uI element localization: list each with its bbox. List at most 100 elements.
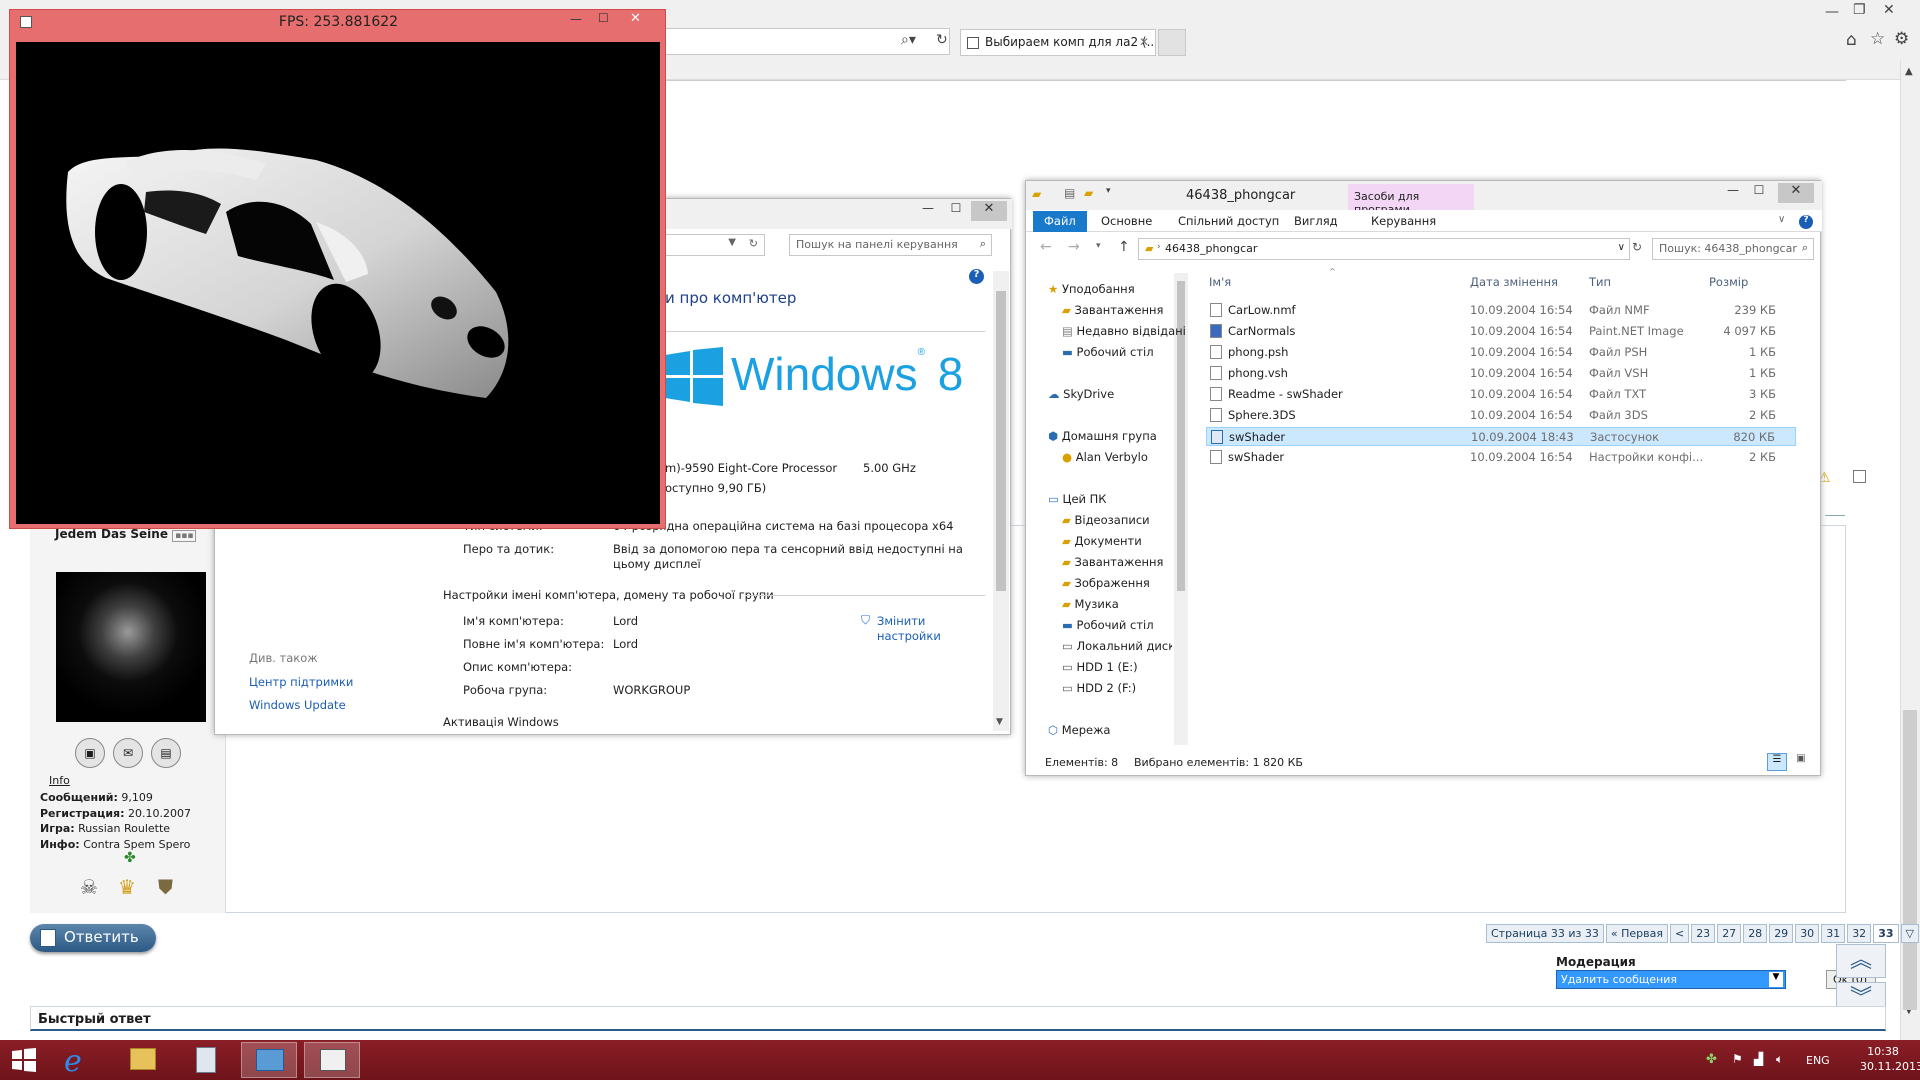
nav-skydrive[interactable]: ☁ SkyDrive [1048, 387, 1114, 401]
file-row[interactable]: CarNormals 10.09.2004 16:54 Paint.NET Imag… [1206, 322, 1796, 341]
nav-network[interactable]: ⬡ Мережа [1048, 723, 1110, 737]
reply-button[interactable]: Ответить [30, 924, 156, 952]
clock[interactable]: 10:38 30.11.2013 [1860, 1044, 1920, 1074]
new-tab-button[interactable] [1158, 29, 1186, 56]
favorites-star-icon[interactable]: ☆ [1870, 29, 1885, 49]
column-type[interactable]: Тип [1589, 275, 1611, 289]
nav-downloads[interactable]: ▰ Завантаження [1062, 303, 1163, 317]
maximize-icon[interactable]: ☐ [1746, 183, 1772, 203]
file-row[interactable]: phong.vsh 10.09.2004 16:54 Файл VSH 1 КБ [1206, 364, 1796, 383]
address-bar[interactable]: ⌕▾ ↻ [660, 28, 950, 55]
search-icon[interactable]: ⌕ [980, 237, 986, 251]
search-icon[interactable]: ⌕▾ [901, 32, 916, 48]
nav-recent[interactable]: ▤ Недавно відвідані [1062, 324, 1186, 338]
scroll-to-top-icon[interactable]: ︽ [1836, 944, 1886, 978]
action-center-flag-icon[interactable]: ⚑ [1732, 1052, 1743, 1066]
tab-home[interactable]: Основне [1101, 214, 1152, 228]
page-link[interactable]: 31 [1821, 924, 1846, 943]
tab-manage[interactable]: Керування [1371, 214, 1436, 228]
search-icon[interactable]: ⌕ [1802, 241, 1808, 255]
page-link[interactable]: 27 [1717, 924, 1742, 943]
tab-active[interactable]: Выбираем комп для ла2 (... ✕ [960, 29, 1156, 56]
details-view-icon[interactable]: ☰ [1767, 753, 1787, 771]
minimize-icon[interactable]: — [915, 201, 941, 221]
nav-videos[interactable]: ▰ Відеозаписи [1062, 513, 1150, 527]
taskbar-calculator[interactable] [178, 1042, 234, 1078]
forward-arrow-icon[interactable]: → [1068, 239, 1080, 255]
file-row[interactable]: Sphere.3DS 10.09.2004 16:54 Файл 3DS 2 КБ [1206, 406, 1796, 425]
change-settings-link[interactable]: Змінити настройки [877, 614, 947, 644]
column-name[interactable]: Ім'я [1209, 275, 1231, 289]
help-icon[interactable]: ? [969, 269, 984, 284]
cp-scrollbar-thumb[interactable] [996, 291, 1006, 591]
volume-icon[interactable]: 🔈︎ [1776, 1052, 1783, 1067]
nav-documents[interactable]: ▰ Документи [1062, 534, 1142, 548]
explorer-address-bar[interactable]: ▰ › 46438_phongcar ∨ [1138, 238, 1630, 260]
page-link[interactable]: 32 [1847, 924, 1872, 943]
tab-close-icon[interactable]: ✕ [1139, 35, 1149, 49]
page-link[interactable]: 29 [1769, 924, 1794, 943]
chevron-down-icon[interactable]: ▼ [728, 237, 736, 248]
file-row[interactable]: swShader 10.09.2004 16:54 Настройки конфі.… [1206, 448, 1796, 467]
minimize-icon[interactable]: — [1825, 4, 1839, 20]
nav-local-disk[interactable]: ▭ Локальний диск [1062, 639, 1172, 653]
column-date[interactable]: Дата змінення [1470, 275, 1558, 289]
render-canvas[interactable] [16, 42, 660, 524]
profile-icon[interactable]: ▣ [75, 738, 105, 768]
page-menu-chevron-icon[interactable]: ▽ [1900, 924, 1919, 943]
up-arrow-icon[interactable]: ↑ [1118, 239, 1130, 255]
page-scrollbar-thumb[interactable] [1903, 710, 1917, 1010]
nav-homegroup[interactable]: ⬢ Домашня група [1048, 429, 1157, 443]
taskbar-fps-app[interactable] [304, 1042, 360, 1078]
column-size[interactable]: Розмір [1709, 275, 1748, 289]
refresh-icon[interactable]: ↻ [936, 32, 948, 48]
ribbon-expand-chevron-icon[interactable]: ∨ [1778, 214, 1785, 225]
private-message-icon[interactable]: ✉ [113, 738, 143, 768]
tab-share[interactable]: Спільний доступ [1178, 214, 1279, 228]
close-icon[interactable]: ✕ [630, 11, 641, 26]
refresh-icon[interactable]: ↻ [1632, 240, 1642, 254]
support-center-link[interactable]: Центр підтримки [249, 675, 353, 689]
info-link[interactable]: Info [49, 774, 70, 787]
new-folder-icon[interactable]: ▰ [1084, 186, 1093, 200]
large-icons-view-icon[interactable]: ▣ [1791, 753, 1811, 771]
close-icon[interactable]: ✕ [1778, 183, 1814, 203]
page-link[interactable]: 23 [1691, 924, 1716, 943]
minimize-icon[interactable]: — [570, 12, 582, 26]
start-windows-icon[interactable] [12, 1048, 36, 1072]
file-row[interactable]: phong.psh 10.09.2004 16:54 Файл PSH 1 КБ [1206, 343, 1796, 362]
nav-music[interactable]: ▰ Музика [1062, 597, 1119, 611]
nav-hdd2[interactable]: ▭ HDD 2 (F:) [1062, 681, 1136, 695]
maximize-icon[interactable]: ☐ [943, 201, 969, 221]
nav-downloads-pc[interactable]: ▰ Завантаження [1062, 555, 1163, 569]
nav-this-pc[interactable]: ▭ Цей ПК [1048, 492, 1106, 506]
file-row[interactable]: Readme - swShader 10.09.2004 16:54 Файл TX… [1206, 385, 1796, 404]
nav-hdd1[interactable]: ▭ HDD 1 (E:) [1062, 660, 1138, 674]
language-indicator[interactable]: ENG [1806, 1054, 1830, 1067]
select-checkbox[interactable] [1853, 470, 1866, 483]
page-link[interactable]: 30 [1795, 924, 1820, 943]
scroll-down-arrow-icon[interactable]: ▼ [996, 717, 1003, 727]
page-first-link[interactable]: « Первая [1605, 924, 1668, 943]
nav-favorites[interactable]: ★ Уподобання [1048, 282, 1135, 296]
scroll-up-arrow-icon[interactable]: ▲ [1905, 66, 1913, 77]
nav-desktop-pc[interactable]: ▬ Робочий стіл [1062, 618, 1154, 632]
tab-file[interactable]: Файл [1033, 211, 1087, 232]
tray-clover-icon[interactable]: ✤ [1706, 1052, 1717, 1067]
taskbar-control-panel[interactable] [241, 1042, 297, 1078]
settings-gear-icon[interactable]: ⚙ [1894, 29, 1909, 49]
restore-icon[interactable]: ❐ [1853, 2, 1866, 18]
explorer-search-input[interactable]: Пошук: 46438_phongcar ⌕ [1652, 238, 1814, 260]
nav-user[interactable]: ● Alan Verbylo [1062, 450, 1148, 464]
file-row[interactable]: CarLow.nmf 10.09.2004 16:54 Файл NMF 239 КБ [1206, 301, 1796, 320]
page-link[interactable]: 28 [1743, 924, 1768, 943]
moderation-select[interactable]: Удалить сообщения ▼ [1556, 970, 1786, 989]
close-icon[interactable]: ✕ [971, 201, 1007, 221]
back-arrow-icon[interactable]: ← [1040, 239, 1052, 255]
chevron-down-icon[interactable]: ▼ [1769, 972, 1783, 987]
maximize-icon[interactable]: ☐ [598, 11, 609, 25]
properties-icon[interactable]: ▤ [1064, 186, 1075, 200]
minimize-icon[interactable]: — [1720, 183, 1746, 203]
user-posts-icon[interactable]: ▤ [151, 738, 181, 768]
nav-pictures[interactable]: ▰ Зображення [1062, 576, 1150, 590]
